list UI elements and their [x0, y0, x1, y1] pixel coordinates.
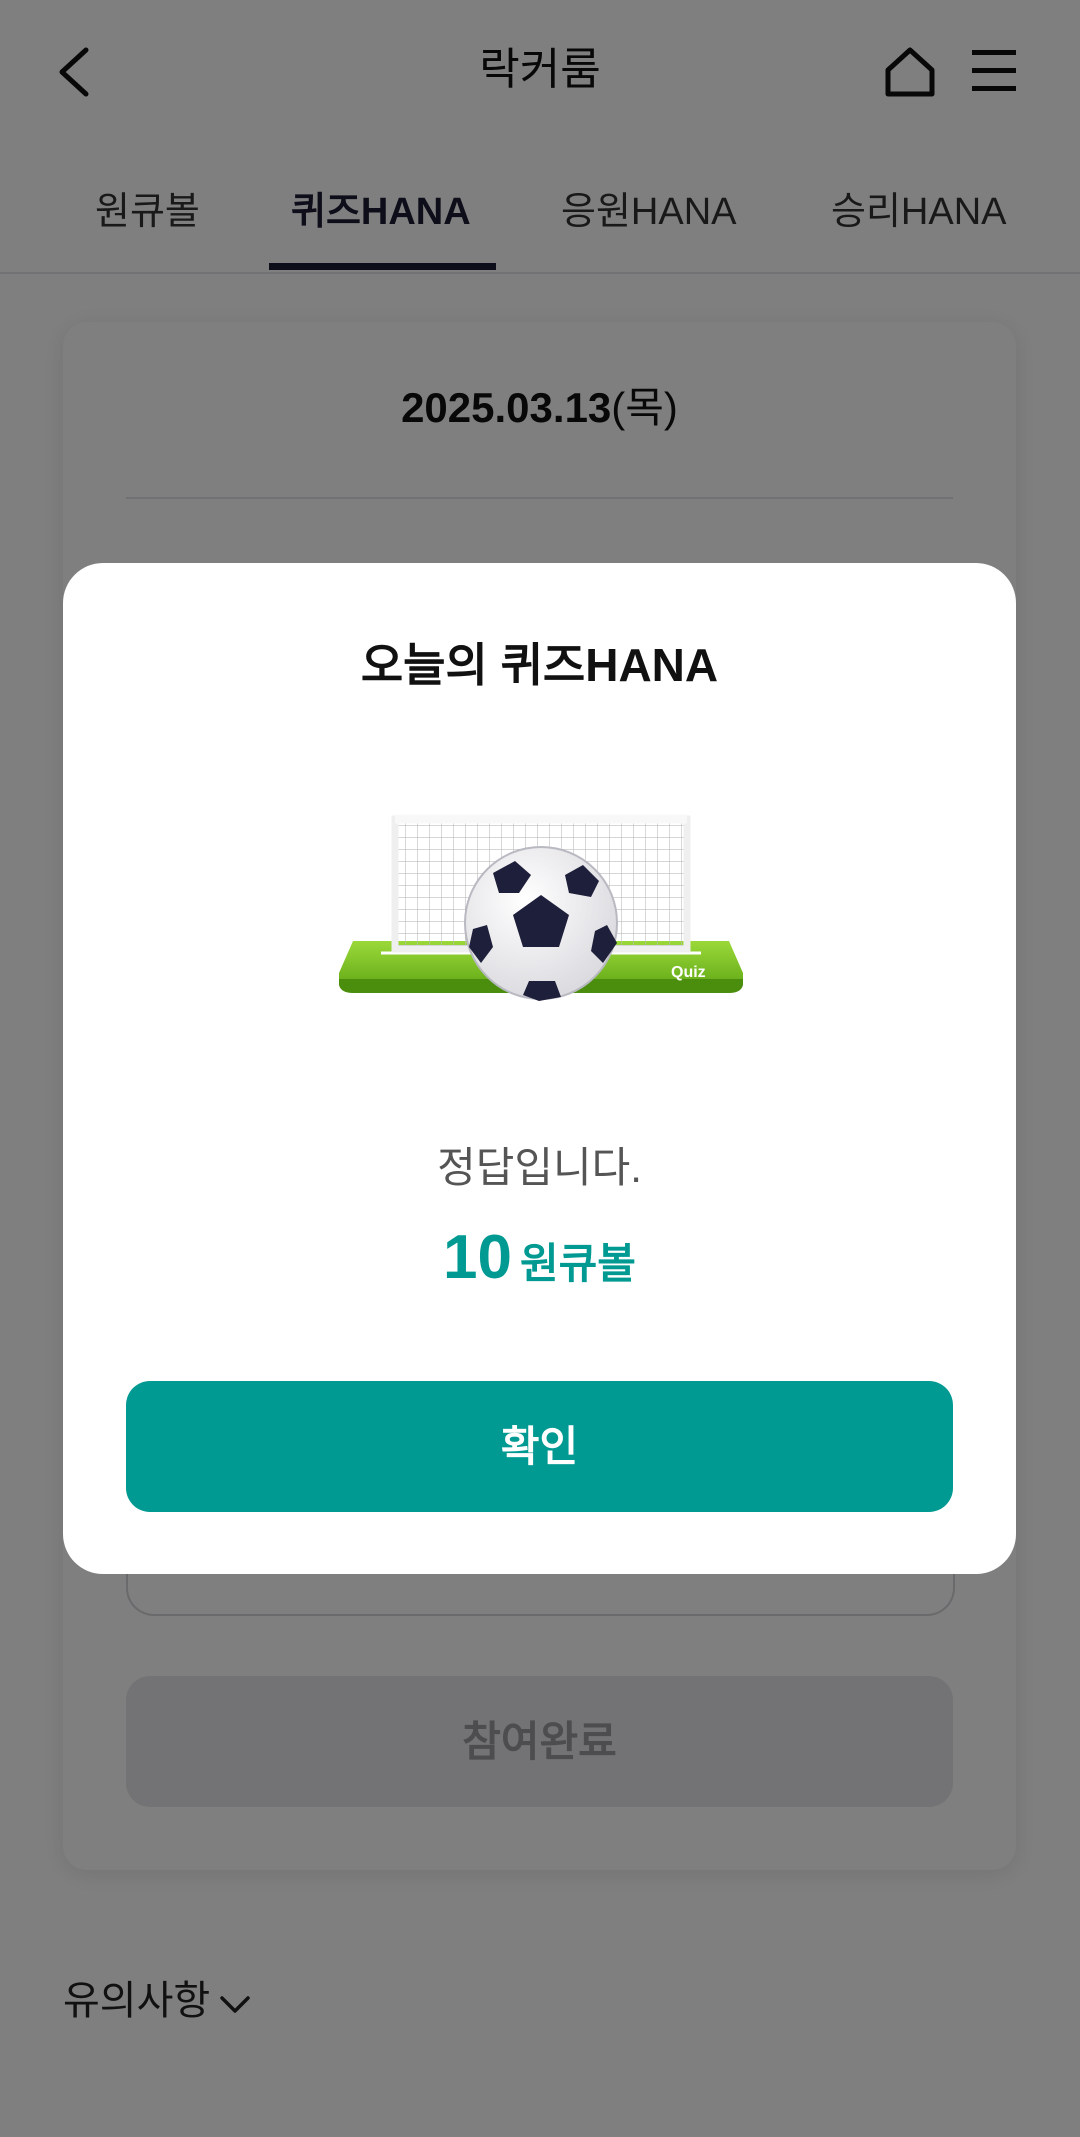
confirm-button[interactable]: 확인 [126, 1381, 953, 1512]
quiz-badge-text: Quiz [671, 964, 706, 981]
quiz-result-modal: 오늘의 퀴즈HANA Quiz 정답입니다. 10 원큐볼 확인 [63, 563, 1016, 1574]
soccer-goal-ball-illustration: Quiz [333, 813, 749, 1023]
modal-title: 오늘의 퀴즈HANA [360, 639, 719, 691]
reward-amount: 10 [443, 1223, 513, 1292]
reward-unit: 원큐볼 [520, 1240, 636, 1287]
reward-display: 10 원큐볼 [63, 1218, 1016, 1298]
result-message: 정답입니다. [437, 1144, 642, 1191]
